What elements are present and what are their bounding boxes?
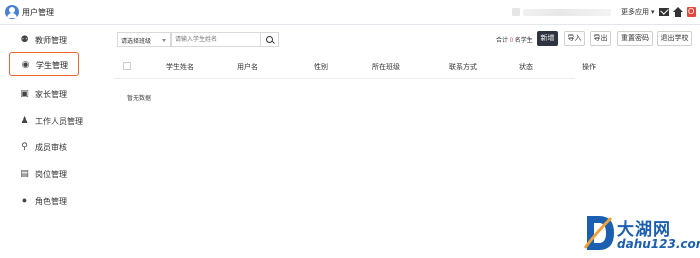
sidebar-item-roles[interactable]: ● 角色管理 (0, 188, 114, 212)
chevron-down-icon (162, 39, 166, 42)
total-prefix: 合计 (496, 38, 509, 44)
sidebar-item-label: 教师管理 (35, 36, 67, 45)
sidebar-item-positions[interactable]: ▤ 岗位管理 (0, 161, 114, 185)
import-button[interactable]: 导入 (564, 31, 585, 46)
parent-icon: ▣ (20, 88, 29, 98)
search-icon[interactable] (261, 32, 279, 47)
sidebar-item-label: 工作人员管理 (35, 117, 83, 126)
watermark-logo: 大湖网 dahu123.com (583, 212, 700, 256)
user-avatar[interactable] (512, 8, 520, 16)
sidebar-item-member-review[interactable]: ⚲ 成员审核 (0, 134, 114, 158)
sidebar: ⚉ 教师管理 ◉ 学生管理 ▣ 家长管理 ♟ 工作人员管理 ⚲ 成员审核 ▤ 岗… (0, 25, 114, 258)
position-icon: ▤ (20, 168, 29, 178)
table-header: 学生姓名 用户名 性别 所在班级 联系方式 状态 (114, 53, 575, 79)
export-button[interactable]: 导出 (590, 31, 611, 46)
leave-school-button[interactable]: 退出学校 (657, 31, 692, 46)
watermark-url: dahu123.com (617, 237, 700, 251)
table-header-extension: 操作 (575, 53, 700, 113)
total-suffix: 名学生 (514, 38, 533, 44)
student-icon: ◉ (21, 59, 30, 69)
sidebar-item-label: 岗位管理 (35, 170, 67, 179)
class-select[interactable]: 请选择班级 (117, 32, 171, 47)
sidebar-item-label: 家长管理 (35, 90, 67, 99)
column-header: 用户名 (237, 64, 258, 71)
select-all-checkbox[interactable] (123, 62, 131, 70)
column-header: 所在班级 (372, 64, 400, 71)
more-apps-menu[interactable]: 更多应用 ▾ (621, 7, 654, 17)
column-header: 状态 (519, 64, 533, 71)
empty-state-text: 暂无数据 (127, 96, 152, 102)
role-icon: ● (21, 195, 28, 205)
column-header: 学生姓名 (166, 64, 194, 71)
mail-icon[interactable] (659, 8, 669, 16)
member-review-icon: ⚲ (21, 141, 28, 151)
toolbar: 请选择班级 合计 0 名学生 新增 导入 导出 重置密码 退出学校 (114, 25, 700, 53)
power-icon[interactable] (687, 7, 696, 17)
total-count: 合计 0 名学生 (496, 35, 533, 44)
staff-icon: ♟ (20, 115, 29, 125)
sidebar-item-parents[interactable]: ▣ 家长管理 (0, 81, 114, 105)
student-table: 学生姓名 用户名 性别 所在班级 联系方式 状态 暂无数据 (114, 53, 575, 113)
sidebar-item-label: 学生管理 (36, 61, 68, 70)
sidebar-item-students[interactable]: ◉ 学生管理 (9, 52, 79, 76)
reset-password-button[interactable]: 重置密码 (617, 31, 653, 46)
user-management-icon (5, 5, 19, 19)
teacher-icon: ⚉ (20, 34, 29, 44)
column-header: 操作 (582, 64, 596, 71)
sidebar-item-label: 成员审核 (35, 143, 67, 152)
sidebar-item-teachers[interactable]: ⚉ 教师管理 (0, 27, 114, 51)
student-name-search-input[interactable] (171, 32, 261, 47)
sidebar-item-staff[interactable]: ♟ 工作人员管理 (0, 108, 114, 132)
user-name[interactable] (523, 9, 611, 16)
column-header: 性别 (314, 64, 328, 71)
class-select-value: 请选择班级 (121, 39, 152, 45)
add-button[interactable]: 新增 (537, 31, 558, 46)
home-icon[interactable] (673, 7, 683, 17)
sidebar-item-label: 角色管理 (35, 197, 67, 206)
top-bar: 用户管理 更多应用 ▾ (0, 0, 700, 25)
total-number: 0 (509, 38, 514, 44)
column-header: 联系方式 (449, 64, 477, 71)
app-title: 用户管理 (22, 8, 54, 17)
dahu-logo-icon (583, 216, 614, 250)
